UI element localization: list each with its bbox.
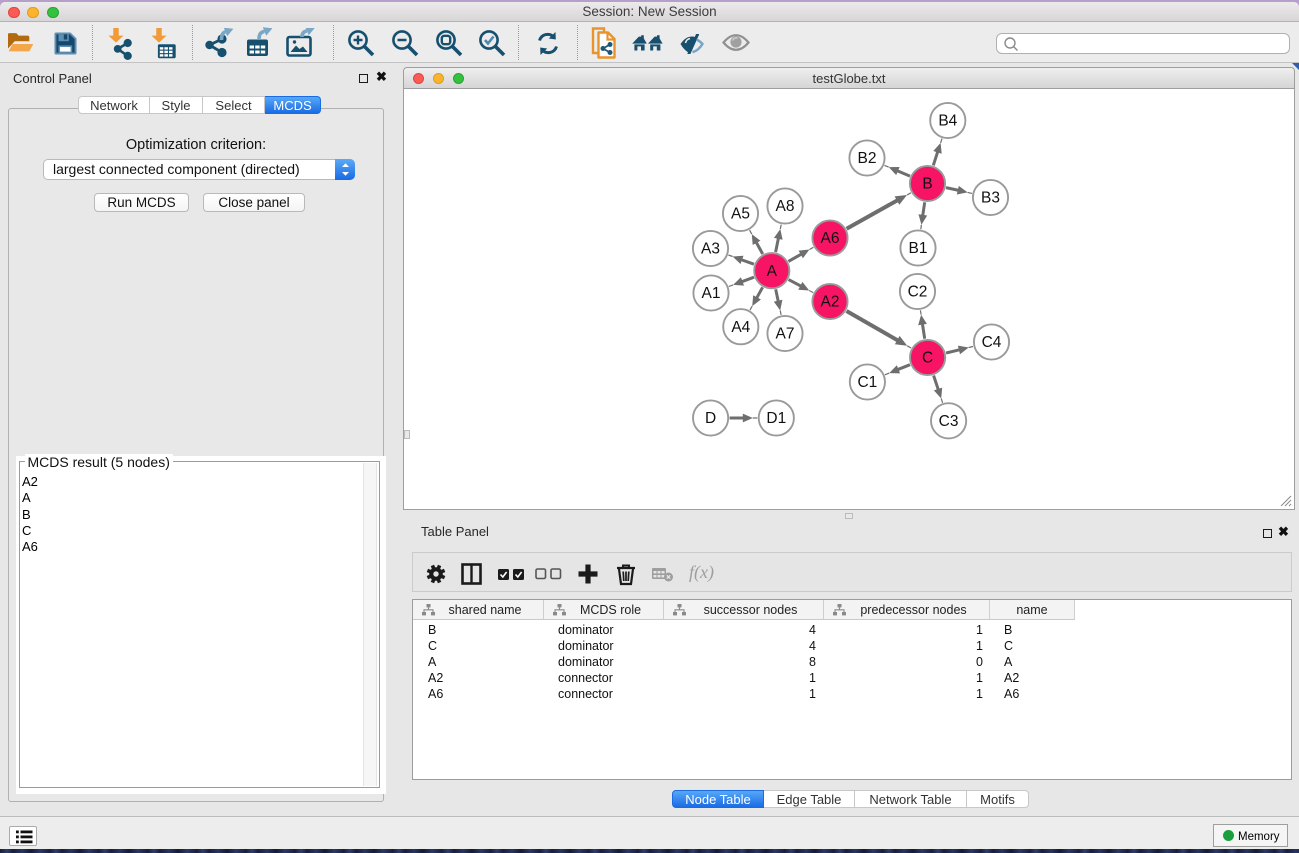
svg-text:A7: A7	[776, 326, 795, 343]
svg-text:C1: C1	[857, 374, 877, 391]
svg-text:C4: C4	[982, 334, 1002, 351]
svg-text:A8: A8	[776, 198, 795, 215]
svg-text:A3: A3	[701, 241, 720, 258]
svg-text:C: C	[922, 350, 933, 367]
svg-text:B4: B4	[938, 113, 957, 130]
svg-text:C2: C2	[908, 284, 928, 301]
svg-text:A1: A1	[702, 285, 721, 302]
svg-text:C3: C3	[939, 413, 959, 430]
svg-text:A: A	[767, 263, 778, 280]
svg-text:B3: B3	[981, 190, 1000, 207]
svg-text:D1: D1	[766, 410, 786, 427]
svg-text:A6: A6	[821, 230, 840, 247]
svg-text:B2: B2	[858, 150, 877, 167]
svg-text:A2: A2	[821, 294, 840, 311]
svg-text:A4: A4	[731, 319, 750, 336]
svg-text:D: D	[705, 410, 716, 427]
svg-text:B: B	[922, 176, 932, 193]
svg-text:A5: A5	[731, 206, 750, 223]
svg-text:B1: B1	[909, 240, 928, 257]
